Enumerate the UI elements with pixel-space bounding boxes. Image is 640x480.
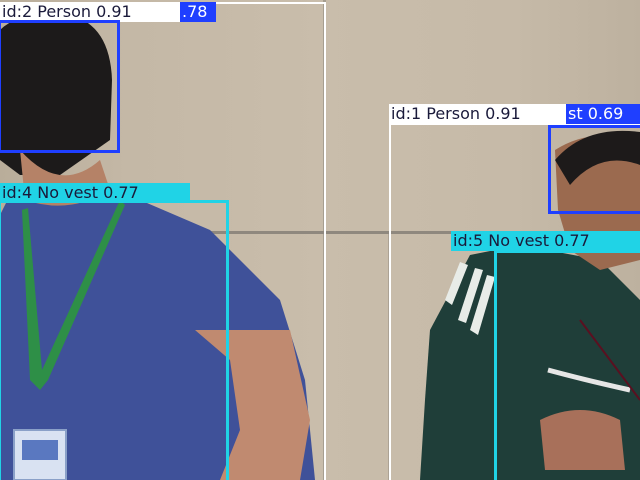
detection-label-person-1: id:1 Person 0.91 <box>389 104 569 124</box>
detection-label-head-left: .78 <box>180 2 216 22</box>
detection-box-no-vest-4 <box>0 200 229 480</box>
detection-label-no-vest-4: id:4 No vest 0.77 <box>0 183 190 203</box>
detection-label-person-2: id:2 Person 0.91 <box>0 2 180 22</box>
detection-box-no-vest-5 <box>494 250 640 480</box>
detection-label-no-vest-5: id:5 No vest 0.77 <box>451 231 640 251</box>
detection-box-head-right <box>548 125 640 214</box>
detection-label-head-right: st 0.69 <box>566 104 640 124</box>
detection-box-head-left <box>0 20 120 153</box>
camera-frame: id:2 Person 0.91 .78 id:4 No vest 0.77 i… <box>0 0 640 480</box>
